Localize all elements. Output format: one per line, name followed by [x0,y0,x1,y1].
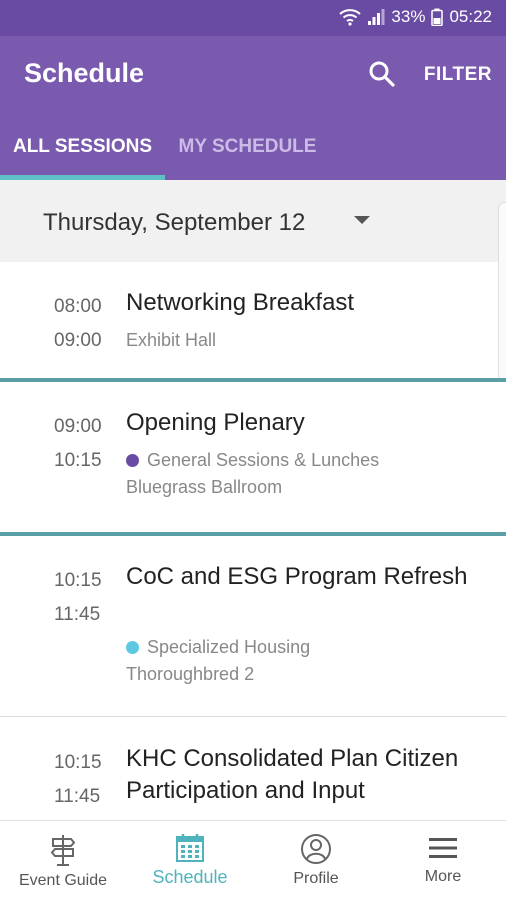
tab-all-sessions[interactable]: ALL SESSIONS [0,112,165,180]
session-item[interactable]: 10:15 11:45 KHC Consolidated Plan Citize… [0,717,506,820]
battery-icon [431,8,444,26]
date-label: Thursday, September 12 [43,209,306,236]
search-button[interactable] [366,58,398,90]
session-start-time: 09:00 [54,416,102,437]
app-bar: Schedule FILTER [0,36,506,112]
nav-schedule[interactable]: Schedule [127,821,253,901]
track-color-dot [126,641,139,654]
session-end-time: 11:45 [54,786,101,807]
filter-button[interactable]: FILTER [424,64,492,86]
signpost-icon [50,835,76,866]
session-room: Bluegrass Ballroom [126,477,283,497]
bottom-nav: Event Guide Schedule Profile More [0,820,506,901]
tab-bar: ALL SESSIONS MY SCHEDULE [0,112,506,180]
nav-profile[interactable]: Profile [253,821,379,901]
session-room: Thoroughbred 2 [126,664,255,684]
signal-icon [368,9,385,25]
track-color-dot [126,454,139,467]
session-title: Networking Breakfast [126,289,355,316]
track-label: General Sessions & Lunches [147,450,380,470]
dropdown-caret-icon [354,216,370,224]
session-title: CoC and ESG Program Refresh [126,563,468,590]
session-track: Specialized Housing [126,637,310,658]
nav-label: Schedule [152,867,228,887]
session-end-time: 11:45 [54,604,101,625]
session-end-time: 09:00 [54,330,102,351]
date-selector[interactable]: Thursday, September 12 [0,180,506,262]
nav-label: Event Guide [18,872,108,889]
status-icons: 33% 05:22 [339,7,492,27]
battery-percent: 33% [391,7,426,26]
nav-event-guide[interactable]: Event Guide [0,821,126,901]
nav-more[interactable]: More [380,821,506,901]
nav-label: More [424,868,462,885]
scroll-handle[interactable] [498,202,506,382]
session-start-time: 10:15 [54,570,102,591]
session-item[interactable]: 10:15 11:45 CoC and ESG Program Refresh … [0,536,506,716]
search-icon [369,61,395,87]
status-bar: 33% 05:22 [0,0,506,36]
menu-icon [429,838,457,858]
session-end-time: 10:15 [54,450,102,471]
session-item[interactable]: 08:00 09:00 Networking Breakfast Exhibit… [0,262,506,378]
session-title: Opening Plenary [126,409,305,436]
session-item[interactable]: 09:00 10:15 Opening Plenary General Sess… [0,382,506,532]
session-start-time: 10:15 [54,752,102,773]
tab-my-schedule[interactable]: MY SCHEDULE [165,112,330,180]
track-label: Specialized Housing [147,637,311,657]
calendar-icon [176,834,204,862]
wifi-icon [339,9,362,26]
session-room: Exhibit Hall [126,330,217,350]
nav-label: Profile [293,870,339,887]
session-track: General Sessions & Lunches [126,450,379,471]
session-start-time: 08:00 [54,296,102,317]
profile-icon [301,834,331,864]
session-title: KHC Consolidated Plan Citizen Participat… [126,745,459,804]
page-title: Schedule [24,58,145,88]
status-time: 05:22 [449,7,492,26]
